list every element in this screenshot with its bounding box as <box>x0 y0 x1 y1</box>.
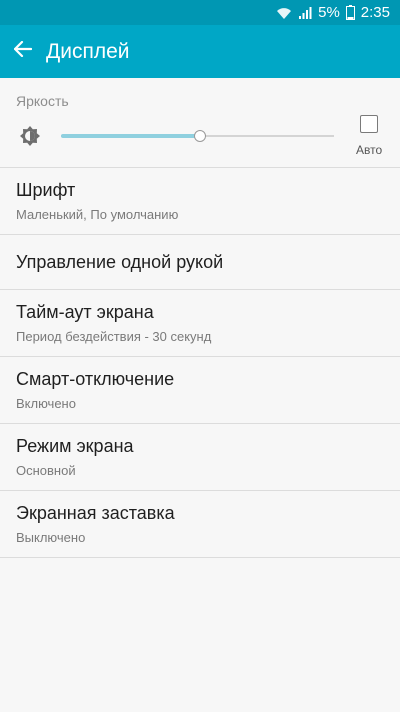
item-title: Режим экрана <box>16 436 134 456</box>
brightness-label: Яркость <box>16 93 69 109</box>
brightness-section: Яркость Авто <box>0 78 400 168</box>
auto-brightness-toggle[interactable]: Авто <box>354 115 384 157</box>
list-item-smart-stay[interactable]: Смарт-отключение Включено <box>0 357 400 424</box>
settings-list: Яркость Авто Шрифт Маленький, По умолчан… <box>0 78 400 558</box>
status-bar: 5% 2:35 <box>0 0 400 25</box>
auto-brightness-checkbox[interactable] <box>360 115 379 133</box>
list-item-font[interactable]: Шрифт Маленький, По умолчанию <box>0 168 400 235</box>
list-item-screensaver[interactable]: Экранная заставка Выключено <box>0 491 400 558</box>
arrow-left-icon <box>13 40 33 62</box>
status-time: 2:35 <box>360 4 390 21</box>
list-item-one-hand[interactable]: Управление одной рукой <box>0 235 400 290</box>
item-title: Экранная заставка <box>16 503 175 523</box>
item-title: Шрифт <box>16 180 76 200</box>
signal-icon <box>298 6 312 20</box>
wifi-icon <box>276 6 292 20</box>
app-bar: Дисплей <box>0 25 400 78</box>
battery-icon <box>345 5 355 20</box>
item-subtitle: Выключено <box>16 530 86 545</box>
item-subtitle: Основной <box>16 463 76 478</box>
item-subtitle: Период бездействия - 30 секунд <box>16 329 212 344</box>
brightness-slider[interactable] <box>60 126 335 146</box>
item-title: Тайм-аут экрана <box>16 302 154 322</box>
item-title: Управление одной рукой <box>16 251 224 272</box>
auto-label: Авто <box>356 143 383 157</box>
brightness-row: Авто <box>16 115 384 157</box>
list-item-screen-timeout[interactable]: Тайм-аут экрана Период бездействия - 30 … <box>0 290 400 357</box>
brightness-sun-icon <box>16 122 44 150</box>
list-item-screen-mode[interactable]: Режим экрана Основной <box>0 424 400 491</box>
battery-percent: 5% <box>318 4 340 21</box>
slider-fill <box>60 134 201 138</box>
page-title: Дисплей <box>46 39 130 63</box>
item-subtitle: Маленький, По умолчанию <box>16 207 179 222</box>
item-subtitle: Включено <box>16 396 76 411</box>
item-title: Смарт-отключение <box>16 369 175 389</box>
slider-thumb[interactable] <box>194 130 207 142</box>
back-button[interactable] <box>0 25 46 78</box>
